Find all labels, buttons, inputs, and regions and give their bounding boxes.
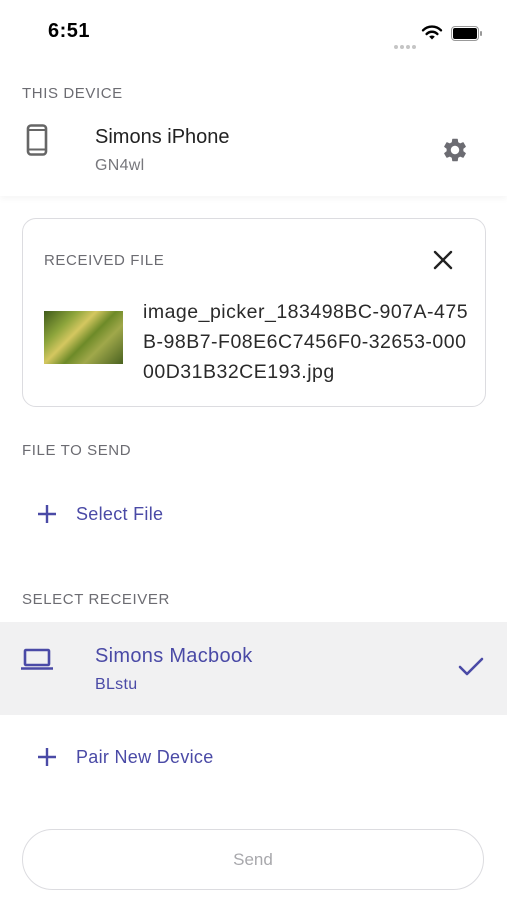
received-file-name: image_picker_183498BC-907A-475B-98B7-F08… [143, 301, 469, 383]
plus-icon [36, 746, 58, 773]
select-file-label: Select File [76, 504, 164, 524]
laptop-icon [21, 647, 53, 676]
this-device-label: THIS DEVICE [22, 85, 123, 102]
gear-icon[interactable] [441, 136, 469, 169]
plus-icon [36, 503, 58, 530]
send-button[interactable]: Send [22, 829, 484, 890]
select-receiver-label: SELECT RECEIVER [22, 591, 170, 608]
device-code: GN4wl [95, 157, 145, 174]
file-thumbnail [44, 311, 123, 364]
pair-new-device-label: Pair New Device [76, 747, 214, 767]
receiver-code: BLstu [95, 676, 138, 693]
pair-new-device-button[interactable]: Pair New Device [22, 737, 262, 777]
checkmark-icon [458, 657, 484, 682]
close-icon[interactable] [432, 249, 454, 276]
received-file-label: RECEIVED FILE [44, 252, 165, 269]
smartphone-icon [26, 124, 48, 161]
status-time: 6:51 [48, 20, 91, 42]
receiver-row[interactable]: Simons Macbook BLstu [0, 622, 507, 715]
wifi-icon [421, 24, 443, 46]
device-name: Simons iPhone [95, 126, 230, 148]
file-to-send-label: FILE TO SEND [22, 442, 132, 459]
receiver-name: Simons Macbook [95, 645, 253, 667]
battery-icon [451, 26, 483, 46]
signal-icon [394, 36, 418, 54]
select-file-button[interactable]: Select File [22, 495, 222, 535]
